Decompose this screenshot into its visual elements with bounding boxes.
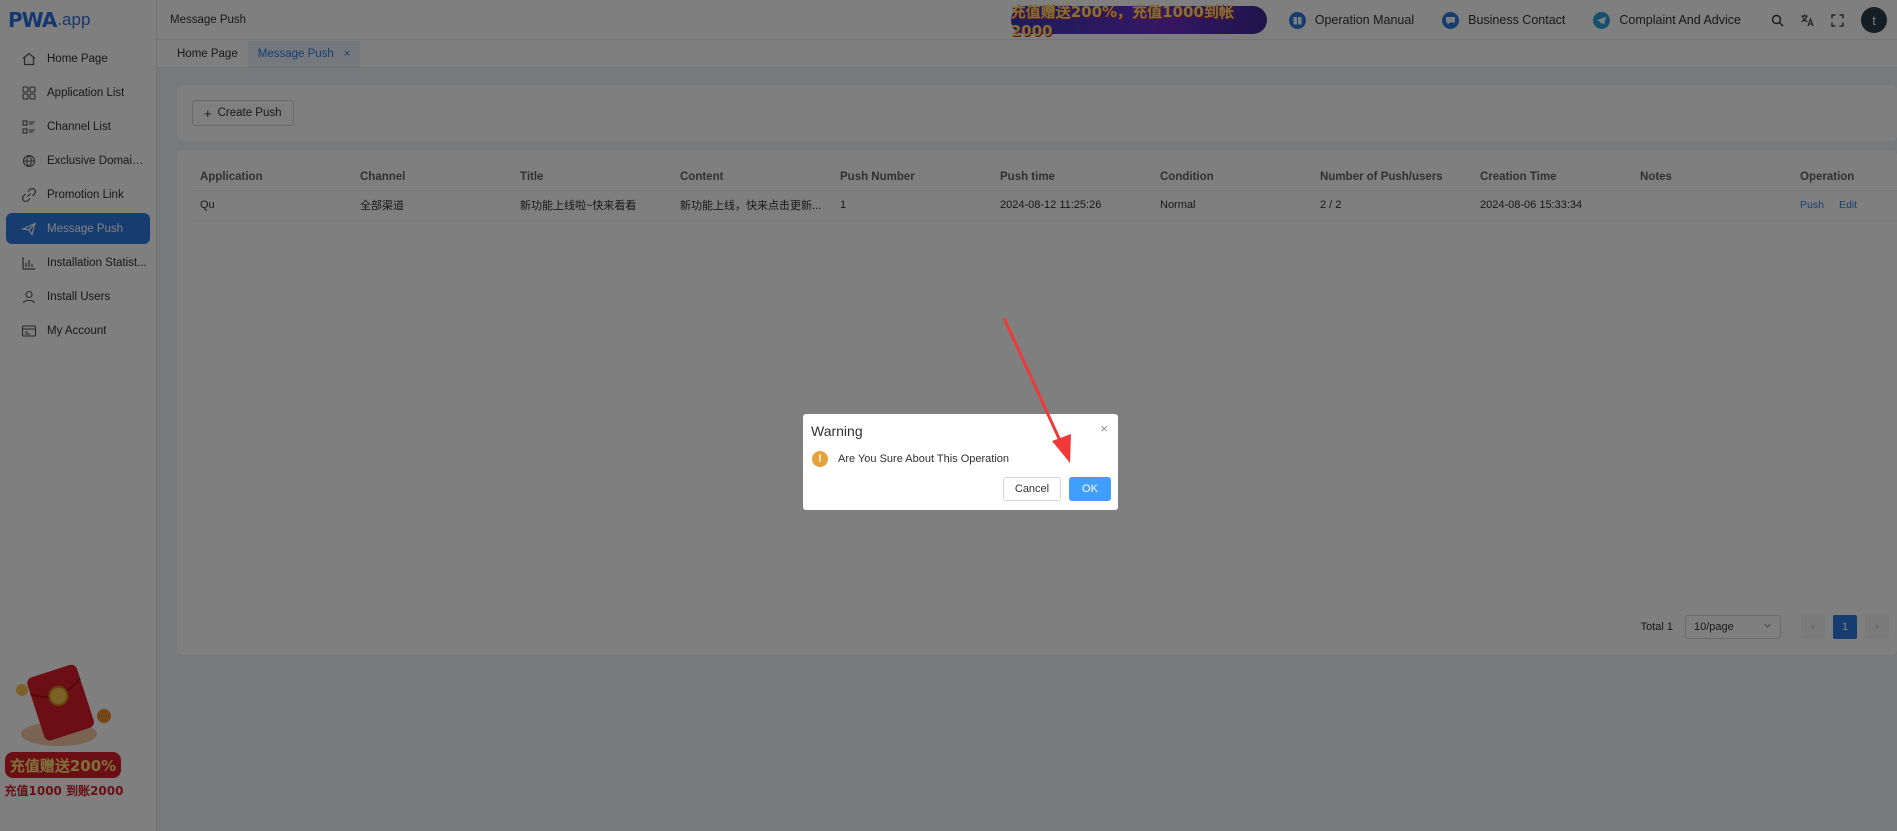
dialog-title: Warning	[811, 423, 863, 439]
ok-button[interactable]: OK	[1069, 477, 1111, 501]
warning-dialog: Warning × ! Are You Sure About This Oper…	[803, 414, 1118, 510]
cancel-button[interactable]: Cancel	[1003, 477, 1061, 501]
close-icon[interactable]: ×	[1100, 421, 1108, 436]
warning-icon: !	[812, 451, 828, 467]
dialog-message: Are You Sure About This Operation	[838, 453, 1010, 465]
